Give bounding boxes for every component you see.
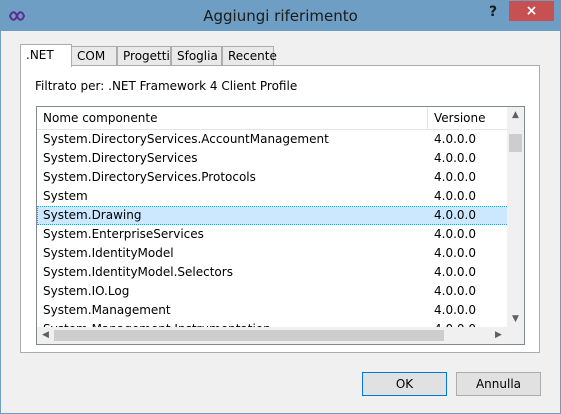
list-item[interactable]: System.DirectoryServices.AccountManageme… (37, 130, 509, 149)
component-version: 4.0.0.0 (434, 227, 476, 241)
tab-progetti[interactable]: Progetti (117, 46, 171, 65)
component-name: System (43, 189, 88, 203)
title-bar[interactable]: Aggiungi riferimento ? × (1, 1, 560, 31)
tab-com[interactable]: COM (71, 46, 117, 65)
component-version: 4.0.0.0 (434, 151, 476, 165)
component-version: 4.0.0.0 (434, 284, 476, 298)
component-version: 4.0.0.0 (434, 303, 476, 317)
horizontal-scroll-thumb[interactable] (54, 330, 444, 341)
column-separator[interactable] (427, 107, 428, 129)
component-name: System.Drawing (43, 208, 142, 222)
scroll-up-icon[interactable]: ▲ (507, 110, 524, 120)
component-name: System.DirectoryServices.Protocols (43, 170, 256, 184)
component-version: 4.0.0.0 (434, 189, 476, 203)
list-item[interactable]: System.EnterpriseServices 4.0.0.0 (37, 225, 509, 244)
tab-sfoglia[interactable]: Sfoglia (171, 46, 222, 65)
component-version: 4.0.0.0 (434, 208, 476, 222)
window-title: Aggiungi riferimento (203, 7, 358, 25)
help-button[interactable]: ? (479, 1, 507, 23)
component-name: System.Management (43, 303, 171, 317)
list-item-selected[interactable]: System.Drawing 4.0.0.0 (37, 206, 509, 225)
component-name: System.EnterpriseServices (43, 227, 204, 241)
component-name: System.IO.Log (43, 284, 130, 298)
horizontal-scrollbar[interactable]: ◀ ▶ (37, 327, 507, 344)
component-name: System.DirectoryServices (43, 151, 198, 165)
ok-button[interactable]: OK (362, 372, 447, 396)
component-list[interactable]: Nome componente Versione System.Director… (36, 106, 525, 345)
component-name: System.IdentityModel (43, 246, 174, 260)
scroll-down-icon[interactable]: ▼ (507, 314, 524, 324)
list-item[interactable]: System.DirectoryServices 4.0.0.0 (37, 149, 509, 168)
cancel-button[interactable]: Annulla (456, 372, 541, 396)
column-header-name[interactable]: Nome componente (43, 107, 157, 129)
component-version: 4.0.0.0 (434, 132, 476, 146)
scrollbar-corner (507, 327, 524, 344)
list-item[interactable]: System.IdentityModel 4.0.0.0 (37, 244, 509, 263)
filter-label: Filtrato per: .NET Framework 4 Client Pr… (35, 79, 298, 93)
scroll-left-icon[interactable]: ◀ (37, 330, 54, 340)
vertical-scrollbar[interactable]: ▲ ▼ (507, 107, 524, 327)
column-header-version[interactable]: Versione (434, 107, 486, 129)
tab-panel: Filtrato per: .NET Framework 4 Client Pr… (20, 65, 540, 353)
close-button[interactable]: × (509, 1, 554, 21)
list-item[interactable]: System.IO.Log 4.0.0.0 (37, 282, 509, 301)
add-reference-dialog: Aggiungi riferimento ? × .NET COM Proget… (0, 0, 561, 414)
list-item[interactable]: System.IdentityModel.Selectors 4.0.0.0 (37, 263, 509, 282)
component-version: 4.0.0.0 (434, 170, 476, 184)
tab-dotnet[interactable]: .NET (20, 44, 72, 67)
list-rows: System.DirectoryServices.AccountManageme… (37, 130, 509, 328)
list-item[interactable]: System 4.0.0.0 (37, 187, 509, 206)
component-name: System.DirectoryServices.AccountManageme… (43, 132, 329, 146)
component-name: System.IdentityModel.Selectors (43, 265, 233, 279)
scroll-right-icon[interactable]: ▶ (490, 330, 507, 340)
list-item[interactable]: System.DirectoryServices.Protocols 4.0.0.… (37, 168, 509, 187)
tab-recente[interactable]: Recente (222, 46, 277, 65)
list-item[interactable]: System.Management 4.0.0.0 (37, 301, 509, 320)
list-header: Nome componente Versione (37, 107, 509, 130)
vertical-scroll-thumb[interactable] (509, 134, 522, 152)
component-version: 4.0.0.0 (434, 246, 476, 260)
component-version: 4.0.0.0 (434, 265, 476, 279)
